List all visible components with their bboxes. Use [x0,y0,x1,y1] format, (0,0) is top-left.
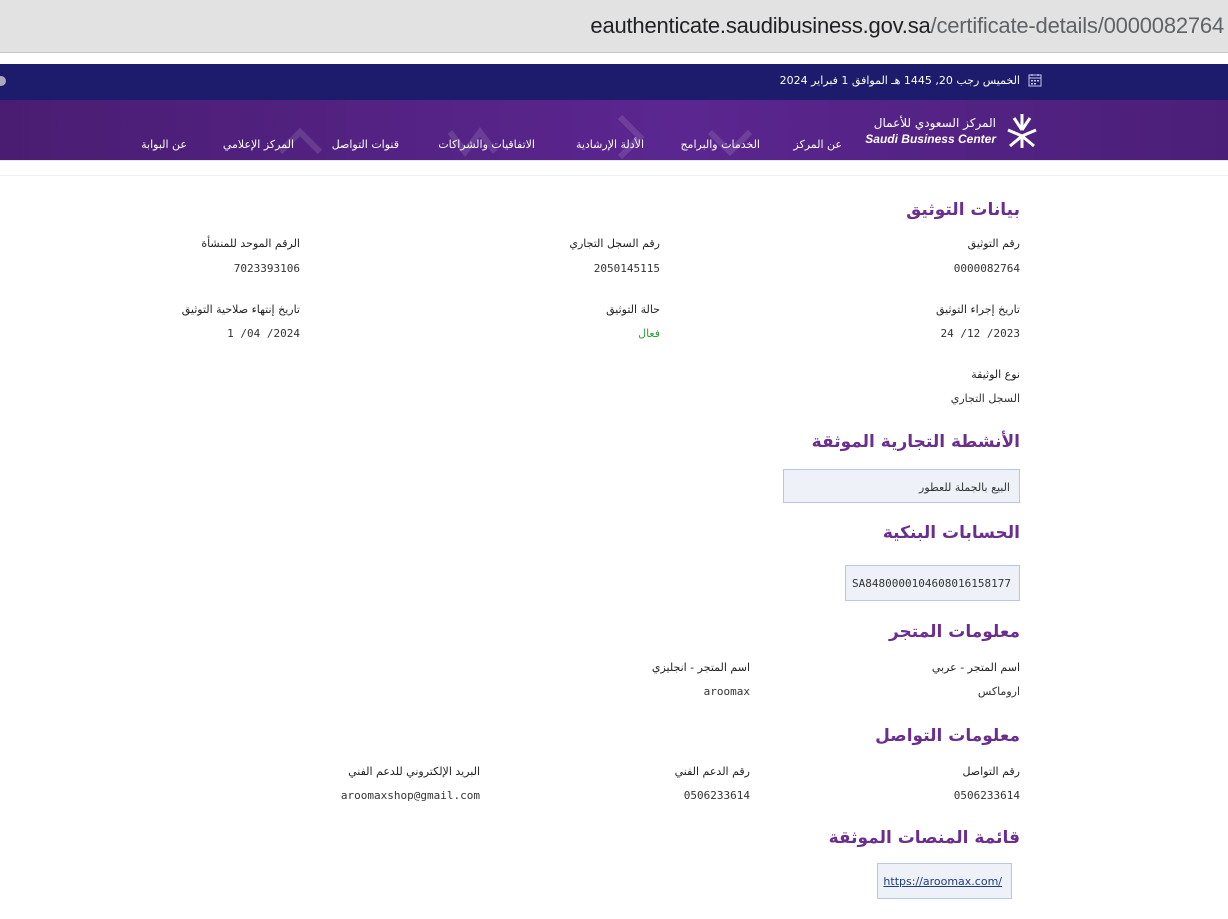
browser-address-bar[interactable]: eauthenticate.saudibusiness.gov.sa/certi… [0,0,1228,53]
url-host: eauthenticate.saudibusiness.gov.sa [590,13,931,38]
platforms-section-title: قائمة المنصات الموثقة [828,828,1020,848]
auth-status-label: حالة التوثيق [606,303,660,316]
bank-section-title: الحسابات البنكية [882,523,1020,543]
auth-expiry-value: 2024/ 04/ 1 [227,327,300,340]
nav-item-services[interactable]: الخدمات والبرامج [680,138,760,151]
platform-link-box: https://aroomax.com/ [877,863,1012,899]
nav-item-media-center[interactable]: المركز الإعلامي [223,138,294,151]
contact-phone-label: رقم التواصل [962,765,1020,778]
nav-item-agreements[interactable]: الاتفاقيات والشراكات [438,138,535,151]
nav-item-contact-channels[interactable]: قنوات التواصل [332,138,399,151]
nav-item-about-center[interactable]: عن المركز [793,138,842,151]
auth-date-label: تاريخ إجراء التوثيق [936,303,1020,316]
doc-type-value: السجل التجاري [950,392,1020,405]
calendar-icon [1028,74,1042,87]
support-email-label: البريد الإلكتروني للدعم الفني [348,765,480,778]
nav-item-guides[interactable]: الأدلة الإرشادية [576,138,644,151]
current-date: الخميس رجب 20, 1445 هـ الموافق 1 فبراير … [779,74,1020,87]
auth-expiry-label: تاريخ إنتهاء صلاحية التوثيق [181,303,300,316]
store-name-ar-label: اسم المتجر - عربي [931,661,1020,674]
content-divider [0,175,1228,176]
store-section-title: معلومات المتجر [888,622,1020,642]
store-name-ar-value: اروماكس [977,685,1020,698]
support-email-value: aroomaxshop@gmail.com [340,789,480,802]
sbc-logo[interactable]: المركز السعودي للأعمال Saudi Business Ce… [865,110,1042,152]
activities-section-title: الأنشطة التجارية الموثقة [811,432,1020,452]
iban-box: SA8480000104608016158177 [845,565,1020,601]
doc-type-label: نوع الوثيقة [971,368,1020,381]
date-bar: الخميس رجب 20, 1445 هـ الموافق 1 فبراير … [0,64,1228,100]
auth-section-title: بيانات التوثيق [906,200,1020,220]
navbar-divider [0,160,1228,161]
cr-number-value: 2050145115 [593,262,660,275]
auth-date-value: 2023/ 12/ 24 [940,327,1021,340]
language-icon[interactable] [0,76,6,86]
logo-text-en: Saudi Business Center [865,132,996,146]
store-name-en-label: اسم المتجر - انجليزي [651,661,750,674]
activity-item: البيع بالجملة للعطور [783,469,1020,503]
auth-status-value: فعال [638,327,660,340]
platform-link[interactable]: https://aroomax.com/ [883,875,1002,888]
auth-number-label: رقم التوثيق [967,237,1020,250]
url-path: /certificate-details/0000082764 [930,13,1225,38]
store-name-en-value: aroomax [703,685,750,698]
nav-item-about-portal[interactable]: عن البوابة [141,138,187,151]
logo-text-ar: المركز السعودي للأعمال [873,116,996,130]
unified-number-value: 7023393106 [233,262,300,275]
support-phone-label: رقم الدعم الفني [674,765,750,778]
url-text[interactable]: eauthenticate.saudibusiness.gov.sa/certi… [590,13,1224,39]
contact-section-title: معلومات التواصل [875,726,1020,746]
support-phone-value: 0506233614 [683,789,750,802]
auth-number-value: 0000082764 [953,262,1020,275]
iban-value: SA8480000104608016158177 [852,577,1011,590]
contact-phone-value: 0506233614 [953,789,1020,802]
decorative-pattern [280,114,753,160]
main-navbar: المركز السعودي للأعمال Saudi Business Ce… [0,100,1228,160]
sbc-logo-icon [1007,114,1037,148]
activity-item-text: البيع بالجملة للعطور [919,481,1010,494]
cr-number-label: رقم السجل التجاري [569,237,660,250]
unified-number-label: الرقم الموحد للمنشأة [201,237,300,250]
